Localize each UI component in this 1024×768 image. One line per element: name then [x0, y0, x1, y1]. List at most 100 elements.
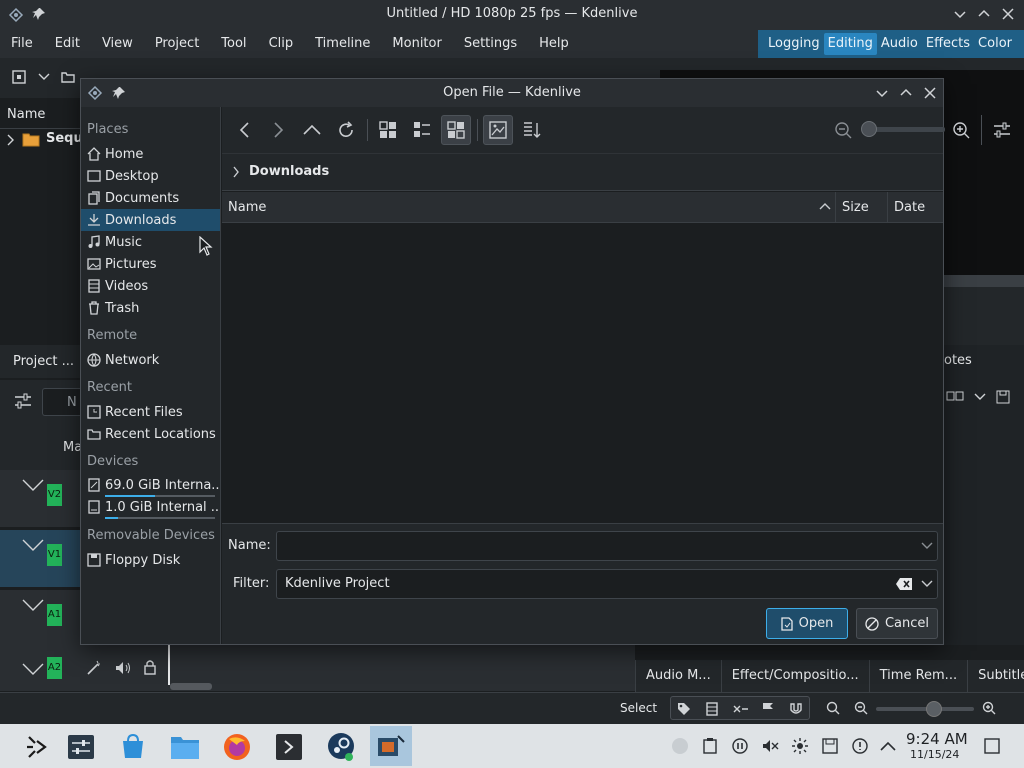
tray-status-icon[interactable] — [670, 736, 690, 756]
menu-clip[interactable]: Clip — [258, 30, 305, 58]
chevron-down-icon[interactable] — [38, 72, 50, 82]
volume-muted-icon[interactable] — [760, 736, 780, 756]
system-settings-icon[interactable] — [60, 728, 102, 766]
preview-icon[interactable] — [483, 115, 513, 145]
places-item-downloads[interactable]: Downloads — [81, 209, 220, 231]
clear-icon[interactable] — [895, 577, 913, 591]
steam-icon[interactable] — [320, 728, 362, 766]
show-desktop-icon[interactable] — [982, 736, 1002, 756]
layout-logging[interactable]: Logging — [764, 33, 824, 55]
layout-editing[interactable]: Editing — [823, 33, 877, 55]
places-item-trash[interactable]: Trash — [81, 297, 220, 319]
collapse-icon[interactable] — [22, 598, 44, 612]
layout-effects[interactable]: Effects — [922, 33, 974, 55]
zoom-fit-icon[interactable] — [826, 701, 840, 715]
column-divider[interactable] — [887, 192, 888, 223]
tab-notes[interactable]: otes — [944, 353, 972, 368]
minimize-icon[interactable] — [953, 7, 967, 21]
chevron-right-icon[interactable] — [6, 134, 16, 146]
column-divider[interactable] — [835, 192, 836, 223]
film-icon[interactable] — [705, 702, 719, 716]
filename-field[interactable] — [276, 531, 938, 561]
firefox-icon[interactable] — [216, 728, 258, 766]
tab-project[interactable]: Project ... — [13, 354, 74, 369]
back-icon[interactable] — [230, 115, 260, 145]
monitor-ruler[interactable] — [944, 275, 1024, 287]
maximize-icon[interactable] — [899, 86, 913, 100]
cancel-button[interactable]: Cancel — [856, 608, 938, 639]
sort-icon[interactable] — [517, 115, 547, 145]
places-item-device-1[interactable]: 69.0 GiB Interna... — [81, 474, 220, 496]
column-name[interactable]: Name — [228, 200, 266, 215]
sort-ascending-icon[interactable] — [819, 202, 831, 210]
places-item-home[interactable]: Home — [81, 143, 220, 165]
menu-settings[interactable]: Settings — [453, 30, 528, 58]
save-icon[interactable] — [996, 390, 1010, 404]
zoom-out-icon[interactable] — [828, 115, 858, 145]
clipboard-icon[interactable] — [700, 736, 720, 756]
zoom-out-icon[interactable] — [854, 701, 868, 715]
menu-monitor[interactable]: Monitor — [381, 30, 452, 58]
layout-color[interactable]: Color — [974, 33, 1016, 55]
tab-effect-composition[interactable]: Effect/Compositio... — [720, 660, 869, 692]
clock-time[interactable]: 9:24 AM — [906, 730, 968, 748]
places-item-recent-files[interactable]: Recent Files — [81, 401, 220, 423]
new-folder-icon[interactable] — [12, 70, 26, 84]
storage-icon[interactable] — [820, 736, 840, 756]
bin-folder-label[interactable]: Sequ — [46, 131, 83, 146]
tag-icon[interactable] — [677, 702, 691, 716]
help-icon[interactable] — [850, 736, 870, 756]
places-item-pictures[interactable]: Pictures — [81, 253, 220, 275]
zoom-in-icon[interactable] — [946, 115, 976, 145]
folder-icon[interactable] — [61, 70, 75, 84]
tray-expand-icon[interactable] — [878, 736, 898, 756]
up-icon[interactable] — [297, 115, 327, 145]
places-item-desktop[interactable]: Desktop — [81, 165, 220, 187]
open-button[interactable]: Open — [766, 608, 848, 639]
places-item-floppy[interactable]: Floppy Disk — [81, 549, 220, 571]
collapse-icon[interactable] — [22, 538, 44, 552]
places-item-recent-locations[interactable]: Recent Locations — [81, 423, 220, 445]
maximize-icon[interactable] — [977, 7, 991, 21]
file-list[interactable] — [222, 223, 943, 523]
mix-icon[interactable] — [733, 702, 749, 716]
filter-select[interactable]: Kdenlive Project — [276, 569, 938, 599]
effects-wand-icon[interactable] — [86, 660, 102, 676]
brightness-icon[interactable] — [790, 736, 810, 756]
timeline-search-field[interactable]: N — [42, 388, 80, 416]
icon-view-icon[interactable] — [373, 115, 403, 145]
speaker-icon[interactable] — [114, 660, 132, 676]
zoom-slider-handle[interactable] — [926, 701, 942, 717]
reload-icon[interactable] — [331, 115, 361, 145]
collapse-icon[interactable] — [22, 478, 44, 492]
file-manager-icon[interactable] — [164, 728, 206, 766]
compact-view-icon[interactable] — [407, 115, 437, 145]
lock-icon[interactable] — [143, 659, 157, 675]
icon-size-slider-handle[interactable] — [861, 121, 877, 137]
track-header-a2[interactable]: A2 — [0, 645, 635, 691]
forward-icon[interactable] — [263, 115, 293, 145]
settings-sliders-icon[interactable] — [14, 393, 32, 409]
chevron-right-icon[interactable] — [232, 166, 240, 178]
tab-audio-mixer[interactable]: Audio M... — [635, 660, 721, 692]
menu-project[interactable]: Project — [144, 30, 210, 58]
menu-view[interactable]: View — [91, 30, 144, 58]
chevron-down-icon[interactable] — [921, 542, 933, 550]
menu-tool[interactable]: Tool — [210, 30, 257, 58]
tab-time-remap[interactable]: Time Rem... — [868, 660, 967, 692]
minimize-icon[interactable] — [875, 86, 889, 100]
menu-edit[interactable]: Edit — [44, 30, 91, 58]
chevron-down-icon[interactable] — [921, 580, 933, 588]
menu-file[interactable]: File — [0, 30, 44, 58]
discover-store-icon[interactable] — [112, 728, 154, 766]
playhead[interactable] — [168, 645, 170, 685]
collapse-icon[interactable] — [22, 662, 44, 676]
track-header-v2[interactable]: V2 — [0, 470, 80, 528]
terminal-icon[interactable] — [268, 728, 310, 766]
options-icon[interactable] — [987, 115, 1017, 145]
tab-subtitles[interactable]: Subtitles — [967, 660, 1024, 692]
flag-icon[interactable] — [761, 702, 775, 716]
places-item-videos[interactable]: Videos — [81, 275, 220, 297]
menu-help[interactable]: Help — [528, 30, 580, 58]
detail-view-icon[interactable] — [441, 115, 471, 145]
